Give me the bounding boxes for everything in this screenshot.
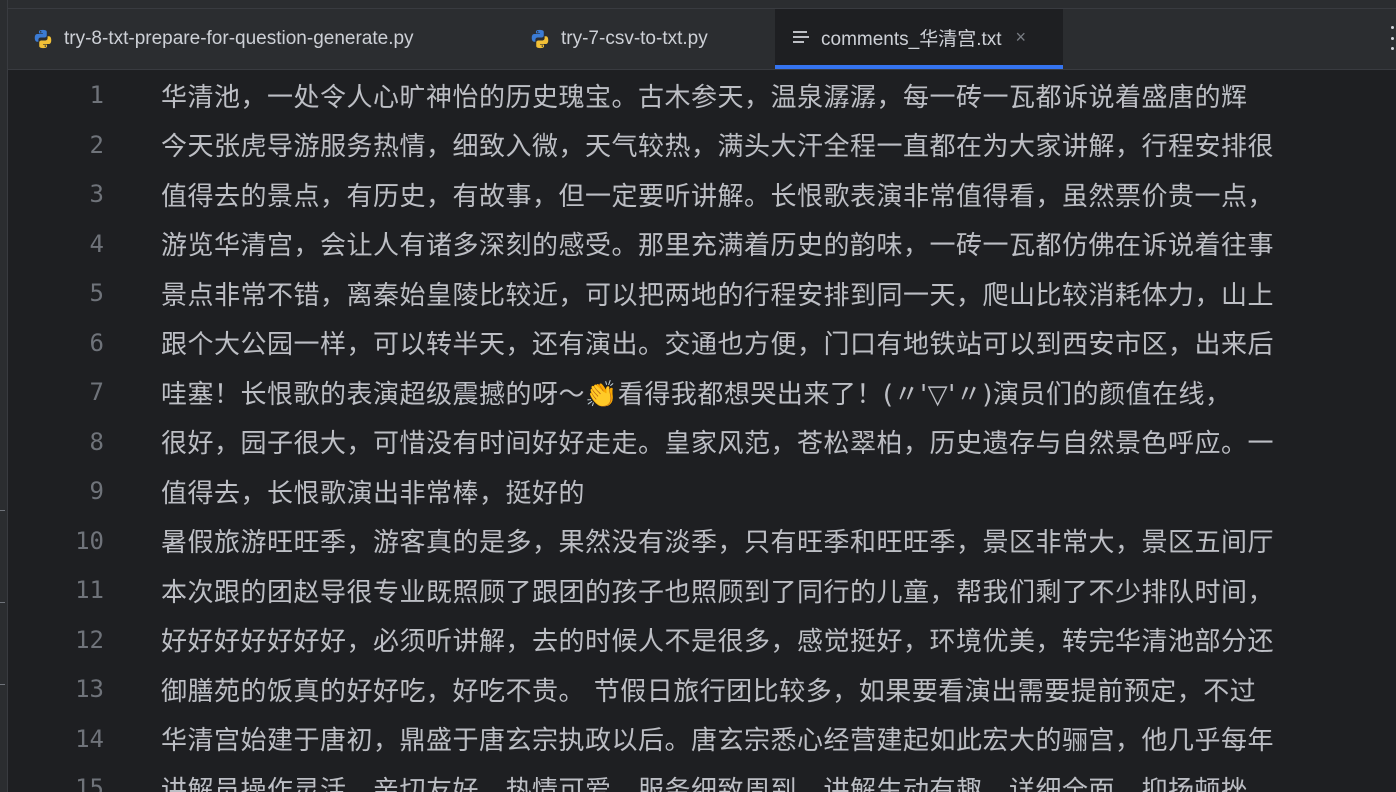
tab-label: comments_华清宫.txt <box>821 28 1002 50</box>
editor-line[interactable]: 8 很好，园子很大，可惜没有时间好好走走。皇家风范，苍松翠柏，历史遗存与自然景色呼… <box>8 417 1396 467</box>
line-text[interactable]: 游览华清宫，会让人有诸多深刻的感受。那里充满着历史的韵味，一砖一瓦都仿佛在诉说着… <box>161 225 1274 262</box>
tab-comments-huaqinggong[interactable]: comments_华清宫.txt × <box>775 9 1063 69</box>
line-text[interactable]: 暑假旅游旺旺季，游客真的是多，果然没有淡季，只有旺季和旺旺季，景区非常大，景区五… <box>161 522 1274 559</box>
editor-line[interactable]: 13 御膳苑的饭真的好好吃，好吃不贵。 节假日旅行团比较多，如果要看演出需要提前预… <box>8 665 1396 715</box>
line-text[interactable]: 本次跟的团赵导很专业既照顾了跟团的孩子也照顾到了同行的儿童，帮我们剩了不少排队时… <box>161 572 1274 609</box>
editor-line[interactable]: 12 好好好好好好好，必须听讲解，去的时候人不是很多，感觉挺好，环境优美，转完华清… <box>8 615 1396 665</box>
line-text[interactable]: 值得去，长恨歌演出非常棒，挺好的 <box>161 473 585 510</box>
line-number: 6 <box>89 328 104 357</box>
editor-area[interactable]: 1 华清池，一处令人心旷神怡的历史瑰宝。古木参天，温泉潺潺，每一砖一瓦都诉说着盛唐… <box>8 70 1396 792</box>
line-text[interactable]: 值得去的景点，有历史，有故事，但一定要听讲解。长恨歌表演非常值得看，虽然票价贵一… <box>161 176 1274 213</box>
line-text[interactable]: 华清池，一处令人心旷神怡的历史瑰宝。古木参天，温泉潺潺，每一砖一瓦都诉说着盛唐的… <box>161 77 1248 114</box>
editor-line[interactable]: 10 暑假旅游旺旺季，游客真的是多，果然没有淡季，只有旺季和旺旺季，景区非常大，景… <box>8 516 1396 566</box>
line-number: 12 <box>75 625 104 654</box>
line-number: 4 <box>89 229 104 258</box>
ide-window: try-8-txt-prepare-for-question-generate.… <box>0 0 1396 792</box>
line-number: 2 <box>89 130 104 159</box>
editor-line[interactable]: 14 华清宫始建于唐初，鼎盛于唐玄宗执政以后。唐玄宗悉心经营建起如此宏大的骊宫，他… <box>8 714 1396 764</box>
more-tabs-icon[interactable] <box>1388 26 1396 50</box>
line-number: 14 <box>75 724 104 753</box>
tab-try-7-csv-to-txt[interactable]: try-7-csv-to-txt.py <box>513 9 724 69</box>
line-text[interactable]: 讲解员操作灵活，亲切友好，热情可爱，服务细致周到，讲解生动有趣，详细全面，抑扬顿… <box>161 770 1248 792</box>
line-text[interactable]: 跟个大公园一样，可以转半天，还有演出。交通也方便，门口有地铁站可以到西安市区，出… <box>161 324 1274 361</box>
line-number: 7 <box>89 378 104 407</box>
tab-bar-top-border <box>8 0 1396 9</box>
editor-tab-bar: try-8-txt-prepare-for-question-generate.… <box>8 0 1396 70</box>
editor-line[interactable]: 5 景点非常不错，离秦始皇陵比较近，可以把两地的行程安排到同一天，爬山比较消耗体力… <box>8 269 1396 319</box>
editor-line[interactable]: 11 本次跟的团赵导很专业既照顾了跟团的孩子也照顾到了同行的儿童，帮我们剩了不少排… <box>8 566 1396 616</box>
editor-line[interactable]: 3 值得去的景点，有历史，有故事，但一定要听讲解。长恨歌表演非常值得看，虽然票价贵… <box>8 170 1396 220</box>
line-number: 11 <box>75 576 104 605</box>
editor-line[interactable]: 2 今天张虎导游服务热情，细致入微，天气较热，满头大汗全程一直都在为大家讲解，行程… <box>8 120 1396 170</box>
line-number: 1 <box>89 81 104 110</box>
editor-line[interactable]: 1 华清池，一处令人心旷神怡的历史瑰宝。古木参天，温泉潺潺，每一砖一瓦都诉说着盛唐… <box>8 71 1396 121</box>
python-icon <box>34 29 52 49</box>
line-text[interactable]: 好好好好好好好，必须听讲解，去的时候人不是很多，感觉挺好，环境优美，转完华清池部… <box>161 621 1274 658</box>
line-number: 15 <box>75 774 104 792</box>
editor-line[interactable]: 15 讲解员操作灵活，亲切友好，热情可爱，服务细致周到，讲解生动有趣，详细全面，抑… <box>8 764 1396 792</box>
python-icon <box>531 29 549 49</box>
tool-window-strip <box>0 0 8 792</box>
editor-line[interactable]: 7 哇塞！长恨歌的表演超级震撼的呀～👏看得我都想哭出来了！(〃'▽'〃)演员们的颜… <box>8 368 1396 418</box>
line-number: 5 <box>89 279 104 308</box>
line-number: 10 <box>75 526 104 555</box>
line-text[interactable]: 景点非常不错，离秦始皇陵比较近，可以把两地的行程安排到同一天，爬山比较消耗体力，… <box>161 275 1274 312</box>
line-number: 8 <box>89 427 104 456</box>
line-text[interactable]: 哇塞！长恨歌的表演超级震撼的呀～👏看得我都想哭出来了！(〃'▽'〃)演员们的颜值… <box>161 374 1231 411</box>
editor-line[interactable]: 9 值得去，长恨歌演出非常棒，挺好的 <box>8 467 1396 517</box>
line-number: 13 <box>75 675 104 704</box>
line-text[interactable]: 今天张虎导游服务热情，细致入微，天气较热，满头大汗全程一直都在为大家讲解，行程安… <box>161 126 1274 163</box>
line-number: 3 <box>89 180 104 209</box>
close-tab-icon[interactable]: × <box>1016 27 1027 48</box>
tab-label: try-7-csv-to-txt.py <box>561 28 708 49</box>
tab-label: try-8-txt-prepare-for-question-generate.… <box>64 28 414 49</box>
editor-line[interactable]: 4 游览华清宫，会让人有诸多深刻的感受。那里充满着历史的韵味，一砖一瓦都仿佛在诉说… <box>8 219 1396 269</box>
line-text[interactable]: 华清宫始建于唐初，鼎盛于唐玄宗执政以后。唐玄宗悉心经营建起如此宏大的骊宫，他几乎… <box>161 720 1274 757</box>
line-number: 9 <box>89 477 104 506</box>
line-text[interactable]: 很好，园子很大，可惜没有时间好好走走。皇家风范，苍松翠柏，历史遗存与自然景色呼应… <box>161 423 1274 460</box>
editor-line[interactable]: 6 跟个大公园一样，可以转半天，还有演出。交通也方便，门口有地铁站可以到西安市区，… <box>8 318 1396 368</box>
tab-try-8-txt-prepare[interactable]: try-8-txt-prepare-for-question-generate.… <box>16 9 430 69</box>
line-text[interactable]: 御膳苑的饭真的好好吃，好吃不贵。 节假日旅行团比较多，如果要看演出需要提前预定，… <box>161 671 1256 708</box>
text-file-icon <box>793 31 809 43</box>
